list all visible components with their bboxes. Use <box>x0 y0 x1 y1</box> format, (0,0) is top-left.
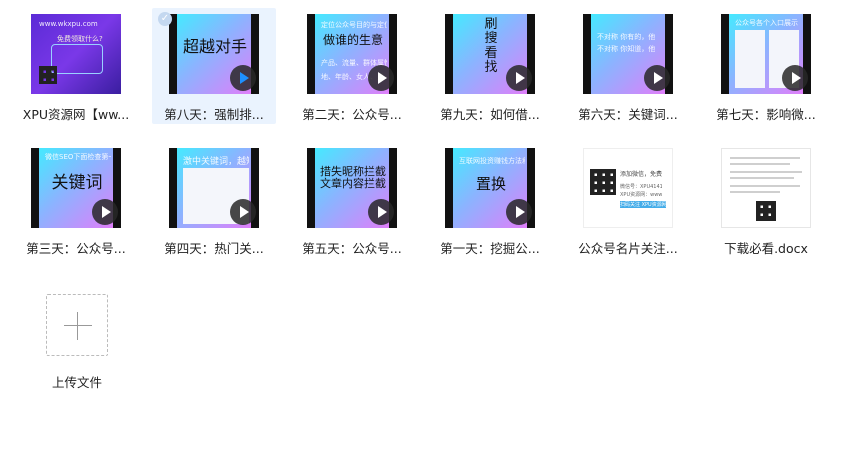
file-name: 第八天：强制排... <box>164 107 264 122</box>
file-tile[interactable]: 添加微信，免费领取vi 微信号：XPU4141 XPU资源网：www.wkxpu… <box>566 142 690 258</box>
file-thumbnail <box>721 148 811 228</box>
qr-code-icon <box>39 66 57 84</box>
file-tile[interactable]: www.wkxpu.com 免费领取什么? XPU资源网【ww... <box>14 8 138 124</box>
file-thumbnail: 微信SEO下面检查第一点 关键词 <box>31 148 121 228</box>
plus-icon <box>64 325 92 326</box>
file-name: 下载必看.docx <box>724 241 808 256</box>
thumb-title: 超越对手 <box>182 37 247 56</box>
file-tile-selected[interactable]: 超越对手 ✓ 第八天：强制排... <box>152 8 276 124</box>
upload-label: 上传文件 <box>51 375 102 390</box>
file-thumbnail: 措失昵称拦截 文章内容拦截 <box>307 148 397 228</box>
file-thumbnail: 刷 搜 看 找 <box>445 14 535 94</box>
play-icon[interactable] <box>92 199 118 225</box>
play-icon[interactable] <box>644 65 670 91</box>
play-icon[interactable] <box>506 199 532 225</box>
thumb-text: 微信号：XPU4141 <box>620 184 662 190</box>
file-name: XPU资源网【ww... <box>22 107 130 122</box>
file-thumbnail: 添加微信，免费领取vi 微信号：XPU4141 XPU资源网：www.wkxpu… <box>583 148 673 228</box>
qr-code-icon <box>590 169 616 195</box>
thumb-text: 定位公众号目的与定位 <box>321 21 387 29</box>
thumb-text: 公众号各个入口展示 <box>735 19 798 27</box>
file-tile[interactable]: 公众号各个入口展示 第七天：影响微... <box>704 8 828 124</box>
file-thumbnail: 公众号各个入口展示 <box>721 14 811 94</box>
check-icon[interactable]: ✓ <box>158 12 172 26</box>
file-tile[interactable]: 微信SEO下面检查第一点 关键词 第三天：公众号... <box>14 142 138 258</box>
file-name: 第三天：公众号... <box>26 241 126 256</box>
thumb-text: www.wkxpu.com <box>39 20 98 28</box>
thumb-text: 不对称 你有的，他 <box>597 33 656 41</box>
thumb-text: 互联网投资赚钱方法和逻辑 <box>459 157 525 165</box>
thumb-title: 做谁的生意 <box>322 33 383 47</box>
upload-button[interactable] <box>46 294 108 356</box>
thumb-text: 激中关键词，越短越 <box>183 157 249 167</box>
file-thumbnail: 不对称 你有的，他 不对称 你知道，他 <box>583 14 673 94</box>
file-name: 公众号名片关注... <box>578 241 678 256</box>
play-icon[interactable] <box>782 65 808 91</box>
file-name: 第六天：关键词... <box>578 107 678 122</box>
file-thumbnail: 定位公众号目的与定位 做谁的生意 产品、流量、群体属性、地 地、年龄、女人、男人 <box>307 14 397 94</box>
thumb-text: 不对称 你知道，他 <box>597 45 656 53</box>
file-tile[interactable]: 激中关键词，越短越 第四天：热门关... <box>152 142 276 258</box>
file-tile[interactable]: 刷 搜 看 找 第九天：如何借... <box>428 8 552 124</box>
file-tile[interactable]: 下载必看.docx <box>704 142 828 258</box>
thumb-text: XPU资源网：www.wkxpu <box>620 192 662 198</box>
file-name: 第四天：热门关... <box>164 241 264 256</box>
file-thumbnail: 激中关键词，越短越 <box>169 148 259 228</box>
play-icon[interactable] <box>230 65 256 91</box>
thumb-text: 扫码关注 XPU资源网 <box>620 201 666 208</box>
play-icon[interactable] <box>368 65 394 91</box>
thumb-text: 免费领取什么? <box>57 35 103 43</box>
thumb-text: 添加微信，免费领取vi <box>620 171 662 178</box>
file-tile[interactable]: 互联网投资赚钱方法和逻辑 置换 第一天：挖掘公... <box>428 142 552 258</box>
play-icon[interactable] <box>230 199 256 225</box>
file-name: 第五天：公众号... <box>302 241 402 256</box>
thumb-title: 关键词 <box>51 173 103 193</box>
file-name: 第一天：挖掘公... <box>440 241 540 256</box>
thumb-title: 措失昵称拦截 文章内容拦截 <box>320 165 386 191</box>
file-name: 第九天：如何借... <box>440 107 540 122</box>
play-icon[interactable] <box>506 65 532 91</box>
file-name: 第七天：影响微... <box>716 107 816 122</box>
document-preview <box>721 148 811 228</box>
thumb-text: 微信SEO下面检查第一点 <box>45 153 111 161</box>
file-tile[interactable]: 定位公众号目的与定位 做谁的生意 产品、流量、群体属性、地 地、年龄、女人、男人… <box>290 8 414 124</box>
file-thumbnail: 超越对手 <box>169 14 259 94</box>
file-grid: www.wkxpu.com 免费领取什么? XPU资源网【ww... 超越对手 … <box>0 0 847 470</box>
file-thumbnail: www.wkxpu.com 免费领取什么? <box>31 14 121 94</box>
thumb-title: 置换 <box>475 175 506 193</box>
file-tile[interactable]: 措失昵称拦截 文章内容拦截 第五天：公众号... <box>290 142 414 258</box>
plus-icon <box>77 312 78 340</box>
file-thumbnail: 互联网投资赚钱方法和逻辑 置换 <box>445 148 535 228</box>
file-name: 第二天：公众号... <box>302 107 402 122</box>
play-icon[interactable] <box>368 199 394 225</box>
qr-code-icon <box>756 201 776 221</box>
file-tile[interactable]: 不对称 你有的，他 不对称 你知道，他 第六天：关键词... <box>566 8 690 124</box>
